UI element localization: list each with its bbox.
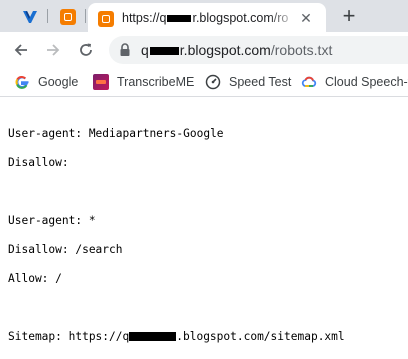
arrow-left-icon [14, 44, 27, 56]
toolbar: q r.blogspot.com/robots.txt [0, 32, 408, 68]
sitemap-line: Sitemap: https://q .blogspot.com/sitemap.… [8, 330, 408, 345]
robots-line: Disallow: [8, 155, 69, 169]
tab-separator [85, 9, 86, 23]
speedtest-icon [205, 74, 221, 90]
v-logo-icon [23, 11, 37, 23]
robots-line: Allow: / [8, 271, 62, 285]
sitemap-prefix: Sitemap: https://q [8, 329, 130, 343]
bookmark-label: Google [38, 75, 79, 89]
bookmark-label: Speed Test [229, 75, 292, 89]
bookmark-speed-test[interactable]: Speed Test [205, 73, 291, 91]
tab-strip: https://q r.blogspot.com/ro ✕ + [0, 0, 408, 32]
blogger-icon [98, 11, 114, 27]
bookmark-google[interactable]: Google [14, 73, 78, 91]
redaction-bar [149, 47, 179, 56]
new-tab-button[interactable]: + [338, 5, 360, 27]
bookmarks-bar: Google TranscribeME Speed Test Cloud Spe… [0, 68, 408, 97]
redaction-bar [129, 332, 177, 341]
close-tab-icon[interactable]: ✕ [298, 10, 314, 26]
reload-button[interactable] [74, 38, 98, 62]
reload-icon [80, 43, 92, 56]
url-text[interactable]: q r.blogspot.com/robots.txt [141, 41, 332, 59]
blogger-tab[interactable] [55, 4, 81, 30]
tab-title-fade [268, 9, 298, 27]
bookmark-cloud-speech[interactable]: Cloud Speech-t [301, 73, 408, 91]
address-bar[interactable]: q r.blogspot.com/robots.txt [109, 36, 408, 64]
tab-separator [47, 9, 48, 23]
robots-txt-content: User-agent: Mediapartners-Google Disallo… [8, 112, 408, 359]
bookmark-transcribeme[interactable]: TranscribeME [93, 73, 194, 91]
tab-title: https://q r.blogspot.com/ro [122, 11, 289, 25]
google-icon [15, 76, 29, 89]
active-tab[interactable]: https://q r.blogspot.com/ro ✕ [88, 3, 326, 32]
robots-line: User-agent: Mediapartners-Google [8, 126, 224, 140]
v-logo-tab[interactable] [17, 4, 43, 30]
arrow-right-icon [47, 44, 60, 56]
robots-line: Disallow: /search [8, 242, 123, 256]
back-button[interactable] [9, 38, 33, 62]
sitemap-suffix: .blogspot.com/sitemap.xml [176, 329, 345, 343]
blogger-icon [60, 9, 76, 25]
bookmark-label: Cloud Speech-t [325, 75, 408, 89]
redaction-bar [167, 15, 192, 23]
forward-button[interactable] [41, 38, 65, 62]
bookmark-label: TranscribeME [117, 75, 195, 89]
robots-line: User-agent: * [8, 213, 96, 227]
lock-icon[interactable] [119, 43, 131, 57]
google-cloud-icon [301, 76, 317, 87]
transcribeme-icon [93, 74, 109, 90]
